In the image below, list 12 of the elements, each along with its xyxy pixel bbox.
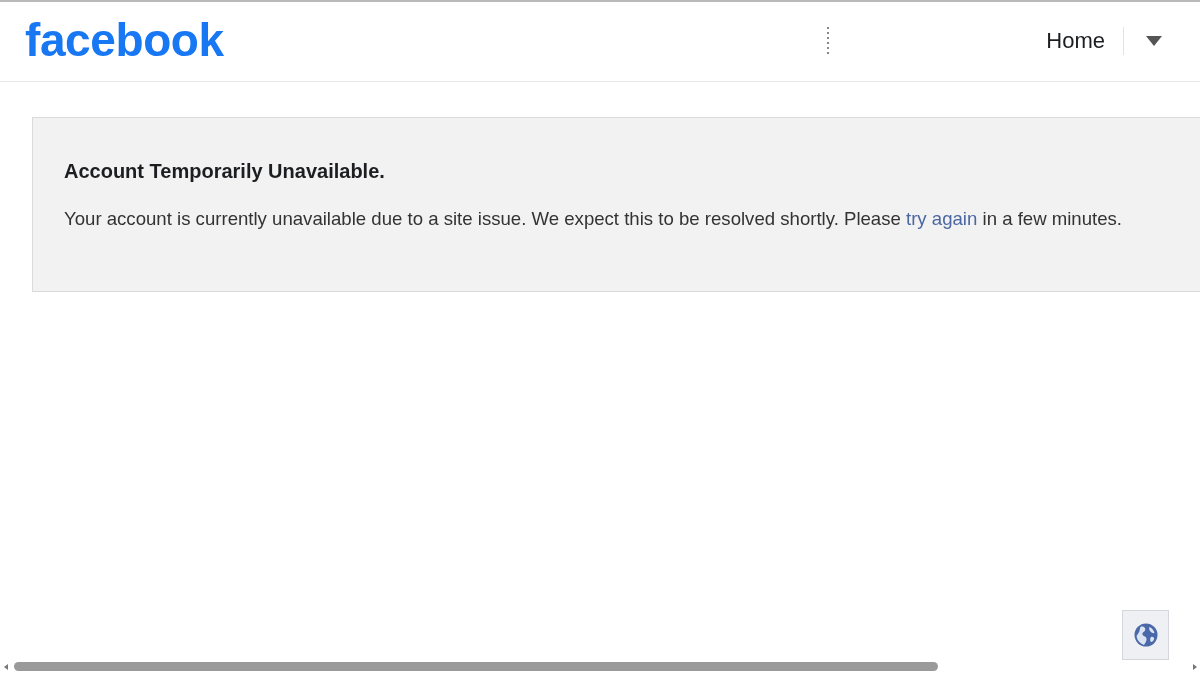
home-link[interactable]: Home xyxy=(1046,25,1105,56)
dotted-line-icon xyxy=(825,26,830,57)
scrollbar-thumb[interactable] xyxy=(14,662,938,671)
facebook-logo[interactable]: facebook xyxy=(25,16,224,63)
globe-icon xyxy=(1133,623,1158,647)
scroll-right-icon[interactable] xyxy=(1193,663,1197,670)
language-button[interactable] xyxy=(1122,610,1169,660)
try-again-link[interactable]: try again xyxy=(906,208,978,229)
caret-icon xyxy=(1146,35,1162,46)
error-title: Account Temporarily Unavailable. xyxy=(64,159,386,184)
error-message: Your account is currently unavailable due to a site issue. We expect this to be resolved shortly. Please try again in a few minutes. xyxy=(64,208,1124,230)
scroll-left-icon[interactable] xyxy=(4,663,8,670)
